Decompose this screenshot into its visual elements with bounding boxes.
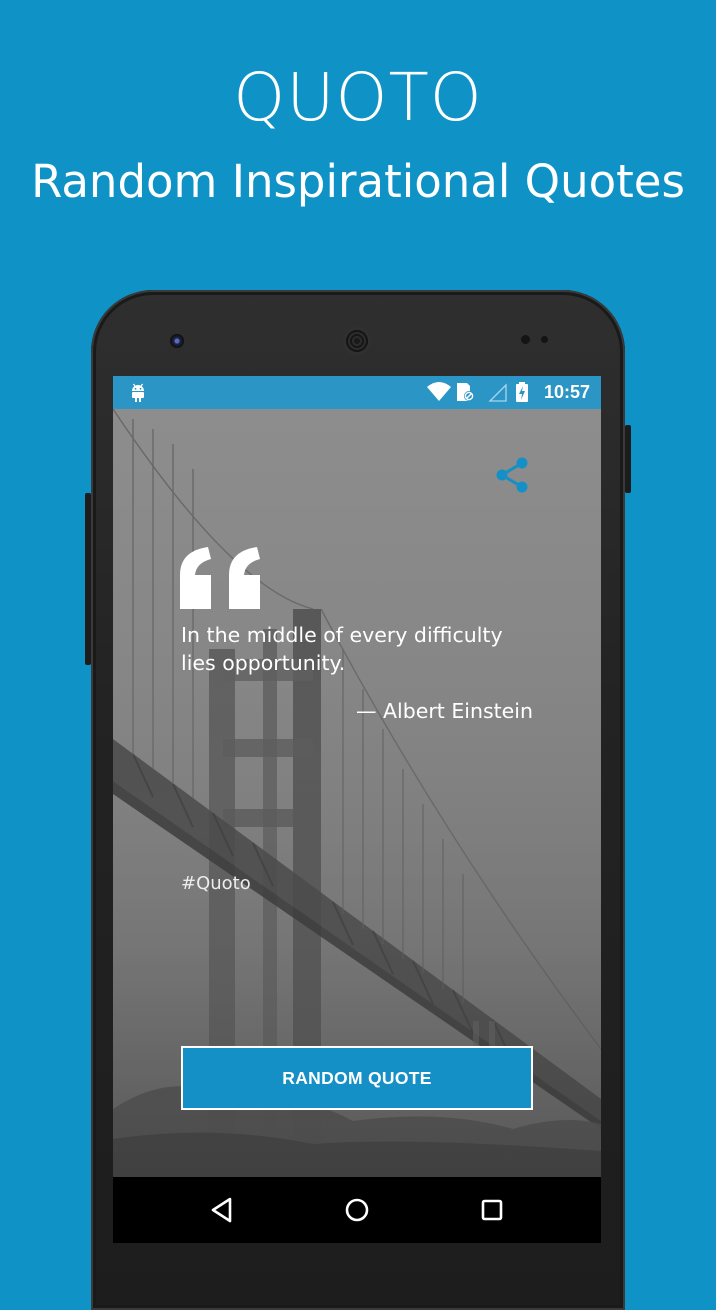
- power-button: [625, 425, 631, 493]
- hashtag-label: #Quoto: [181, 873, 251, 894]
- home-icon[interactable]: [341, 1194, 373, 1226]
- quote-text: In the middle of every difficulty lies o…: [181, 623, 503, 675]
- back-icon[interactable]: [206, 1194, 238, 1226]
- android-debug-icon: [130, 382, 146, 407]
- share-icon[interactable]: [491, 455, 531, 495]
- random-quote-button[interactable]: RANDOM QUOTE: [181, 1046, 533, 1110]
- status-bar: 10:57: [113, 376, 601, 409]
- front-camera: [170, 334, 184, 348]
- promo-title: QUOTO: [233, 59, 483, 136]
- proximity-sensor: [521, 335, 530, 344]
- quote-mark-icon: [180, 547, 264, 614]
- navigation-bar: [113, 1177, 601, 1243]
- quote-card: In the middle of every difficulty lies o…: [113, 409, 601, 1177]
- status-time: 10:57: [543, 382, 590, 402]
- phone-screen: 10:57 In the middle of every difficulty …: [113, 376, 601, 1243]
- earpiece-speaker: [343, 327, 371, 355]
- quote-author: — Albert Einstein: [355, 699, 533, 723]
- light-sensor: [541, 336, 548, 343]
- promo-subtitle: Random Inspirational Quotes: [31, 155, 685, 208]
- recents-icon[interactable]: [476, 1194, 508, 1226]
